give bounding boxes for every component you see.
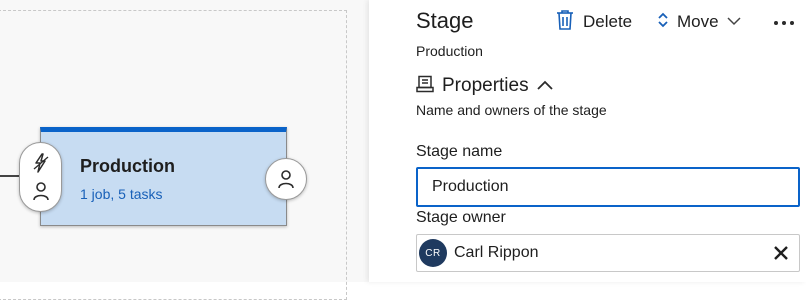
stage-owner-picker[interactable]: CR Carl Rippon: [416, 234, 800, 272]
properties-section-description: Name and owners of the stage: [416, 102, 607, 118]
owner-name: Carl Rippon: [454, 244, 539, 261]
more-actions-button[interactable]: [771, 9, 797, 35]
stage-card-tasks-link[interactable]: 1 job, 5 tasks: [80, 186, 163, 202]
artifact-connector-line: [0, 175, 20, 177]
avatar: CR: [419, 239, 447, 267]
delete-button[interactable]: Delete: [556, 9, 632, 35]
close-icon[interactable]: [771, 243, 791, 263]
panel-subtitle: Production: [416, 43, 483, 59]
move-button[interactable]: Move: [657, 9, 741, 35]
stage-name-input[interactable]: [416, 167, 800, 207]
chevron-up-icon: [536, 77, 553, 95]
stage-properties-panel: Stage Delete Move Production Properties …: [369, 0, 806, 282]
move-label: Move: [677, 12, 719, 31]
stage-name-label: Stage name: [416, 143, 503, 160]
stage-card-title[interactable]: Production: [80, 156, 175, 177]
lightning-icon[interactable]: [31, 153, 51, 178]
delete-label: Delete: [583, 12, 633, 31]
stage-owner-label: Stage owner: [416, 209, 506, 226]
properties-section-toggle[interactable]: Properties: [416, 74, 553, 98]
pre-deployment-conditions[interactable]: [19, 142, 62, 212]
trash-icon: [556, 9, 574, 36]
stage-card[interactable]: Production 1 job, 5 tasks: [40, 127, 287, 226]
properties-icon: [416, 75, 434, 98]
panel-title: Stage: [416, 8, 474, 33]
ellipsis-icon: [773, 13, 795, 31]
pipeline-canvas[interactable]: Production 1 job, 5 tasks: [0, 0, 369, 300]
properties-section-title: Properties: [442, 75, 529, 96]
post-deployment-approvals[interactable]: [265, 158, 307, 200]
up-down-chevron-icon: [657, 10, 669, 35]
person-icon: [276, 169, 296, 194]
person-icon[interactable]: [31, 181, 51, 206]
chevron-down-icon: [727, 13, 741, 31]
